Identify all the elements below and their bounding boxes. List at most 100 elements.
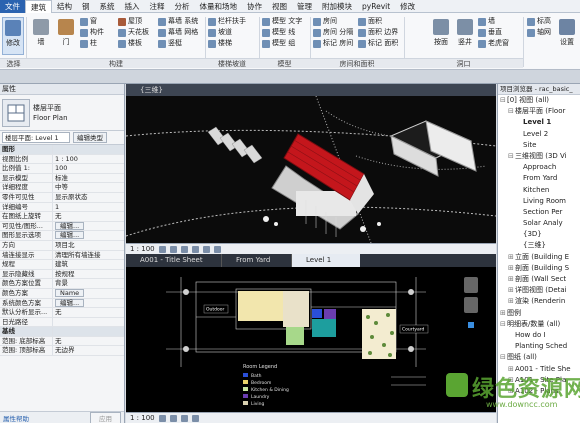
browser-tree-item[interactable]: {三维} [498, 240, 580, 251]
ribbon-tab-collaborate[interactable]: 协作 [242, 0, 267, 13]
browser-tree-item[interactable]: Kitchen [498, 185, 580, 196]
property-value[interactable] [53, 145, 124, 154]
collapse-icon[interactable]: ⊟ [500, 319, 507, 330]
property-value[interactable]: 编辑... [53, 231, 124, 240]
ribbon-tab-addins[interactable]: 附加模块 [317, 0, 357, 13]
ribbon-tab-file[interactable]: 文件 [0, 0, 25, 13]
property-value[interactable]: 1 [53, 203, 124, 212]
area-button[interactable]: 面积 [358, 16, 398, 27]
ramp-button[interactable]: 坡道 [208, 27, 246, 38]
browser-tree-item[interactable]: ⊟[0] 视图 (all) [498, 95, 580, 106]
expand-icon[interactable]: ⊞ [508, 285, 515, 296]
property-value[interactable]: 显示原状态 [53, 193, 124, 202]
model-line-button[interactable]: 模型 线 [262, 27, 302, 38]
roof-button[interactable]: 屋顶 [118, 16, 149, 27]
property-value[interactable]: 中等 [53, 183, 124, 192]
component-button[interactable]: 构件 [80, 27, 104, 38]
visual-style-icon[interactable] [169, 414, 177, 422]
door-button[interactable]: 门 [55, 17, 77, 55]
modify-button[interactable]: 修改 [2, 17, 24, 55]
view-3d-canvas[interactable] [126, 96, 496, 243]
browser-tree-item[interactable]: ⊞图例 [498, 308, 580, 319]
visual-style-icon[interactable] [169, 245, 177, 253]
property-edit-button[interactable]: 编辑... [55, 221, 85, 230]
property-value[interactable]: 按规程 [53, 270, 124, 279]
ribbon-tab-annotate[interactable]: 注释 [145, 0, 170, 13]
sun-path-icon[interactable] [180, 414, 188, 422]
browser-tree-item[interactable]: ⊟三维视图 (3D Vi [498, 151, 580, 162]
property-edit-button[interactable]: 编辑... [55, 298, 85, 307]
column-button[interactable]: 柱 [80, 38, 104, 49]
area-boundary-button[interactable]: 面积 边界 [358, 27, 398, 38]
tab-from-yard[interactable]: From Yard [222, 254, 292, 267]
property-value[interactable]: 编辑... [53, 298, 124, 308]
browser-tree-item[interactable]: Living Room [498, 196, 580, 207]
view-3d[interactable]: {三维} 1: 100 [126, 84, 496, 254]
browser-tree-item[interactable]: ⊞立面 (Building E [498, 252, 580, 263]
grid-button[interactable]: 轴网 [527, 27, 551, 38]
browser-tree-item[interactable]: Section Per [498, 207, 580, 218]
wall-opening-button[interactable]: 墙 [478, 16, 509, 27]
property-value[interactable] [53, 327, 124, 336]
browser-tree-item[interactable]: From Yard [498, 173, 580, 184]
vertical-opening-button[interactable]: 垂直 [478, 27, 509, 38]
expand-icon[interactable]: ⊞ [508, 274, 515, 285]
room-button[interactable]: 房间 [313, 16, 353, 27]
property-value[interactable]: 100 [53, 164, 124, 173]
expand-icon[interactable]: ⊞ [500, 308, 507, 319]
shaft-button[interactable]: 竖井 [454, 17, 476, 55]
type-selector[interactable]: 楼层平面 Floor Plan [0, 95, 124, 131]
lock-view-icon[interactable] [213, 245, 221, 253]
dormer-button[interactable]: 老虎窗 [478, 38, 509, 49]
ribbon-tab-manage[interactable]: 管理 [292, 0, 317, 13]
browser-tree-item[interactable]: ⊟图纸 (all) [498, 352, 580, 363]
browser-tree-item[interactable]: How do I [498, 330, 580, 341]
floor-button[interactable]: 楼板 [118, 38, 149, 49]
ribbon-tab-systems[interactable]: 系统 [95, 0, 120, 13]
curtain-grid-button[interactable]: 幕墙 网格 [158, 27, 198, 38]
property-value[interactable]: 无 [53, 337, 124, 346]
ribbon-tab-architecture[interactable]: 建筑 [25, 0, 52, 14]
model-text-button[interactable]: 模型 文字 [262, 16, 302, 27]
property-value[interactable]: 项目北 [53, 241, 124, 250]
property-value[interactable]: 无 [53, 308, 124, 317]
crop-icon[interactable] [191, 414, 199, 422]
properties-help-link[interactable]: 属性帮助 [3, 413, 29, 423]
browser-tree-item[interactable]: Level 1 [498, 117, 580, 128]
ribbon-tab-steel[interactable]: 钢 [77, 0, 95, 13]
property-value[interactable]: 背景 [53, 279, 124, 288]
collapse-icon[interactable]: ⊟ [500, 352, 507, 363]
tab-title-sheet[interactable]: A001 - Title Sheet [126, 254, 222, 267]
property-edit-button[interactable]: 编辑... [55, 231, 85, 240]
mullion-button[interactable]: 竖梃 [158, 38, 198, 49]
ribbon-tab-structure[interactable]: 结构 [52, 0, 77, 13]
window-button[interactable]: 窗 [80, 16, 104, 27]
tab-level-1[interactable]: Level 1 [292, 254, 360, 267]
browser-tree-item[interactable]: ⊟楼层平面 (Floor [498, 106, 580, 117]
ribbon-tab-insert[interactable]: 插入 [120, 0, 145, 13]
plan-scale[interactable]: 1 : 100 [130, 413, 155, 423]
browser-tree-item[interactable]: ⊟明细表/数量 (all) [498, 319, 580, 330]
ribbon-tab-analyze[interactable]: 分析 [170, 0, 195, 13]
collapse-icon[interactable]: ⊟ [508, 151, 515, 162]
property-value[interactable]: Name [53, 288, 124, 298]
ribbon-tab-modify[interactable]: 修改 [395, 0, 420, 13]
property-edit-button[interactable]: Name [55, 288, 85, 297]
tag-area-button[interactable]: 标记 面积 [358, 38, 398, 49]
browser-tree-item[interactable]: ⊞渲染 (Renderin [498, 296, 580, 307]
expand-icon[interactable]: ⊞ [508, 263, 515, 274]
detail-level-icon[interactable] [158, 245, 166, 253]
browser-tree-item[interactable]: {3D} [498, 229, 580, 240]
property-value[interactable] [53, 318, 124, 327]
property-row[interactable]: 图形 [0, 145, 124, 155]
group-select[interactable]: 选择 [0, 58, 27, 68]
level-button[interactable]: 标高 [527, 16, 551, 27]
property-value[interactable]: 建筑 [53, 260, 124, 269]
ribbon-tab-pyrevit[interactable]: pyRevit [357, 0, 395, 13]
curtain-system-button[interactable]: 幕墙 系统 [158, 16, 198, 27]
wall-button[interactable]: 墙 [30, 17, 52, 55]
stair-button[interactable]: 楼梯 [208, 38, 246, 49]
expand-icon[interactable]: ⊞ [508, 252, 515, 263]
opening-by-face-button[interactable]: 按面 [430, 17, 452, 55]
browser-tree-item[interactable]: ⊞剖面 (Wall Sect [498, 274, 580, 285]
